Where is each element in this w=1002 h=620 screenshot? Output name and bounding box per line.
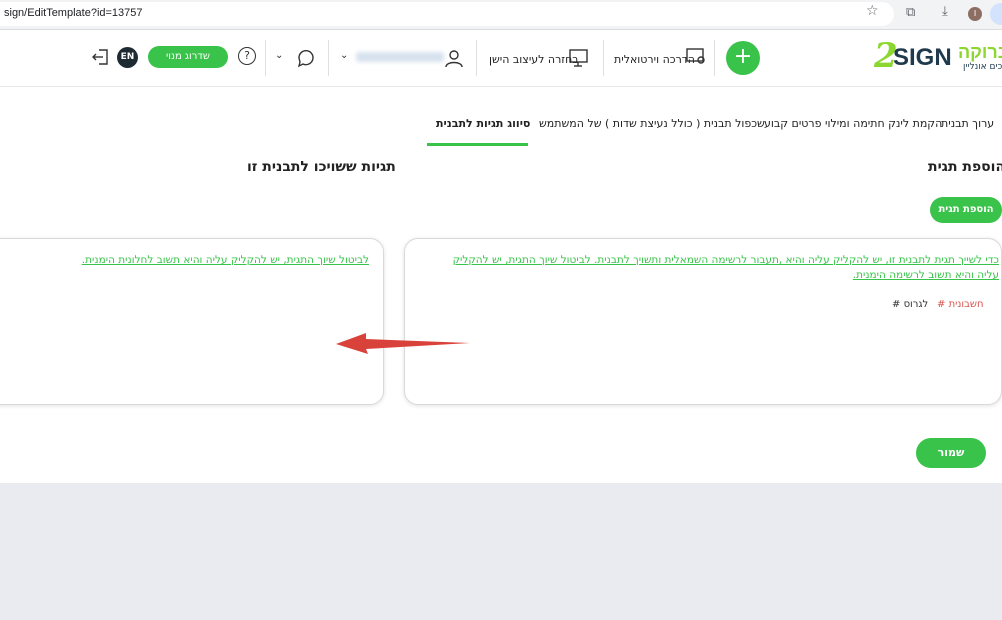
monitor-icon [569,49,588,67]
help-icon[interactable]: ? [238,47,256,65]
brand-subtitle: כים אונליין [963,62,1002,72]
divider [714,40,715,76]
back-to-old-design-link[interactable]: בחזרה לעיצוב הישן [489,53,579,66]
divider [603,40,604,76]
virtual-training-link[interactable]: הדרכה וירטואלית [614,53,695,66]
tab-signing-link[interactable]: הקמת לינק חתימה ומילוי פרטים קבוע [764,117,942,130]
tab-edit-template[interactable]: ערוך תבנית [941,117,994,130]
main-content: הוספת תגית תגיות ששויכו לתבנית זו הוספת … [0,146,1002,483]
address-bar[interactable]: sign/EditTemplate?id=13757 [0,2,894,26]
divider [328,40,329,76]
url-text[interactable]: sign/EditTemplate?id=13757 [4,7,143,19]
assigned-tags-instructions[interactable]: לביטול שיוך התגית, יש להקליק עליה והיא ת… [11,253,369,268]
divider [265,40,266,76]
add-tag-button[interactable]: הוספת תגית [930,197,1002,223]
add-new-button[interactable]: + [726,41,760,75]
upgrade-subscription-button[interactable]: שדרוג מנוי [148,46,228,68]
template-tabs: ערוך תבנית הקמת לינק חתימה ומילוי פרטים … [0,87,1002,146]
save-button[interactable]: שמור [916,438,986,468]
add-tag-heading: הוספת תגית [928,159,1002,175]
brand-name: ברוקה [958,42,1002,62]
chat-icon[interactable] [296,48,316,68]
profile-avatar[interactable]: I [968,7,982,21]
profile-chip[interactable] [990,3,1002,25]
tag-chip[interactable]: # לגרוס [892,299,928,310]
divider [476,40,477,76]
extensions-icon[interactable]: ⧉ [906,5,915,20]
download-icon[interactable]: ⤓ [942,4,948,19]
logo-sign: SIGN [893,44,952,71]
tab-duplicate-template[interactable]: שכפול תבנית ( כולל נעיצת שדות ) של המשתמ… [539,117,765,130]
username-blurred [356,52,444,62]
language-toggle[interactable]: EN [117,47,138,68]
tab-tag-classification[interactable]: סיווג תגיות לתבנית [436,117,530,130]
chevron-down-icon[interactable]: ⌄ [340,50,348,61]
bookmark-star-icon[interactable]: ☆ [866,3,879,19]
chevron-down-icon[interactable]: ⌄ [275,50,283,61]
available-tags-instructions[interactable]: כדי לשייך תגית לתבנית זו, יש להקליק עליה… [435,253,999,283]
available-tags-panel: כדי לשייך תגית לתבנית זו, יש להקליק עליה… [404,238,1002,405]
browser-toolbar: sign/EditTemplate?id=13757 ☆ ⧉ ⤓ I [0,0,1002,30]
app-header: 2 SIGN ברוקה כים אונליין + הדרכה וירטואל… [0,30,1002,87]
user-icon[interactable] [444,48,464,68]
assigned-tags-panel: לביטול שיוך התגית, יש להקליק עליה והיא ת… [0,238,384,405]
logout-icon[interactable] [90,47,110,67]
tag-chip[interactable]: # חשבונית [937,299,984,310]
training-icon [686,48,705,64]
assigned-tags-heading: תגיות ששויכו לתבנית זו [247,159,396,175]
